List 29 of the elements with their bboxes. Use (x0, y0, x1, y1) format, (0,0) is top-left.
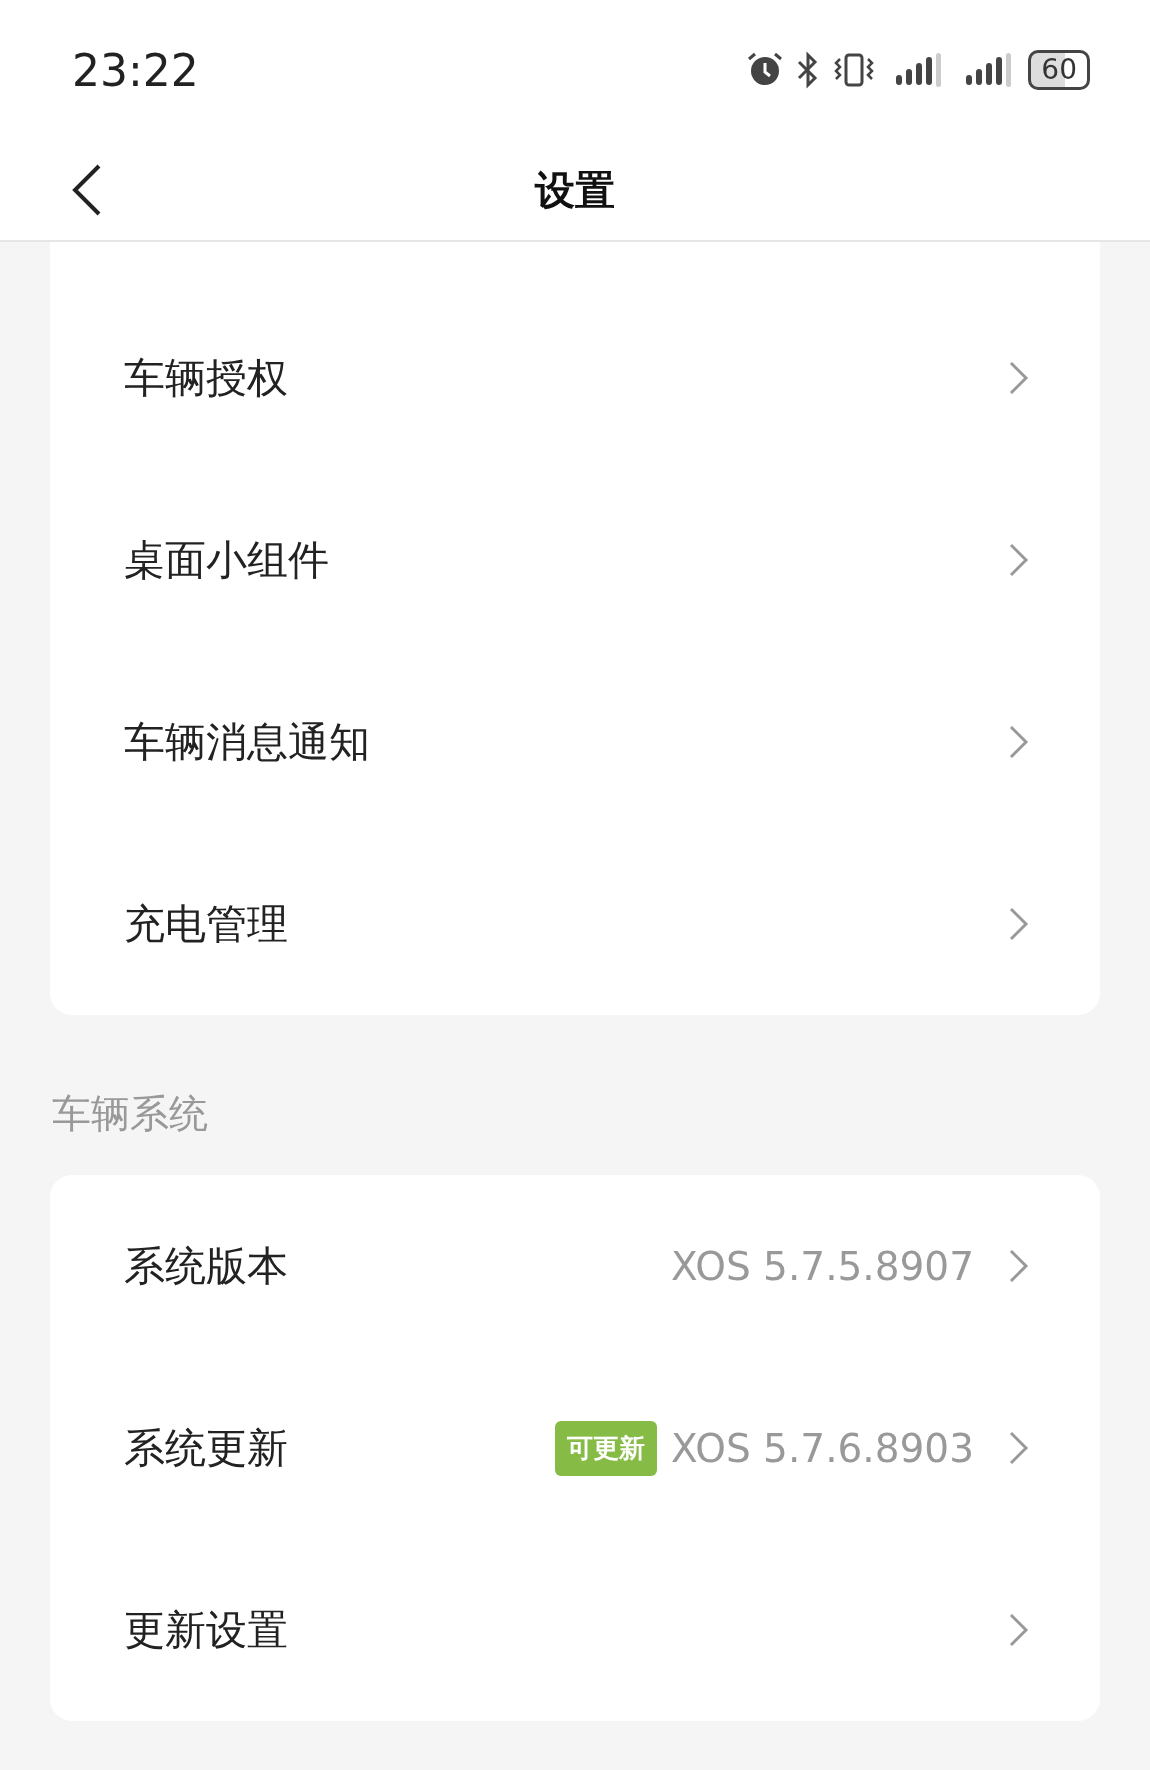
settings-row[interactable]: 车辆授权 (50, 287, 1100, 469)
row-label: 充电管理 (124, 898, 289, 950)
settings-row[interactable]: 系统版本 XOS 5.7.5.8907 (50, 1175, 1100, 1357)
back-icon (71, 163, 103, 217)
chevron-icon (1008, 1430, 1030, 1466)
settings-row[interactable]: 充电管理 (50, 833, 1100, 1015)
row-label: 系统版本 (124, 1240, 289, 1292)
row-label: 车辆消息通知 (124, 716, 371, 768)
chevron-icon (1008, 906, 1030, 942)
chevron-icon (1008, 724, 1030, 760)
row-label: 车辆授权 (124, 352, 289, 404)
chevron-icon (1008, 1248, 1030, 1284)
battery-indicator: 60 (1028, 50, 1090, 90)
row-label: 更新设置 (124, 1604, 289, 1656)
chevron-icon (1008, 360, 1030, 396)
update-badge: 可更新 (555, 1420, 658, 1476)
page-title: 设置 (535, 165, 615, 215)
settings-row[interactable]: 更新设置 (50, 1539, 1100, 1721)
chevron-icon (1008, 542, 1030, 578)
row-value: XOS 5.7.6.8903 (671, 1425, 974, 1471)
row-label: 系统更新 (124, 1422, 289, 1474)
section-title: 车辆系统 (52, 1090, 209, 1138)
settings-row[interactable]: 桌面小组件 (50, 469, 1100, 651)
chevron-icon (1008, 1612, 1030, 1648)
row-value: XOS 5.7.5.8907 (671, 1243, 974, 1289)
settings-row[interactable]: 车辆消息通知 (50, 651, 1100, 833)
settings-row[interactable]: 系统更新 可更新 XOS 5.7.6.8903 (50, 1357, 1100, 1539)
clock-time: 23:22 (72, 44, 199, 96)
row-label: 桌面小组件 (124, 534, 330, 586)
